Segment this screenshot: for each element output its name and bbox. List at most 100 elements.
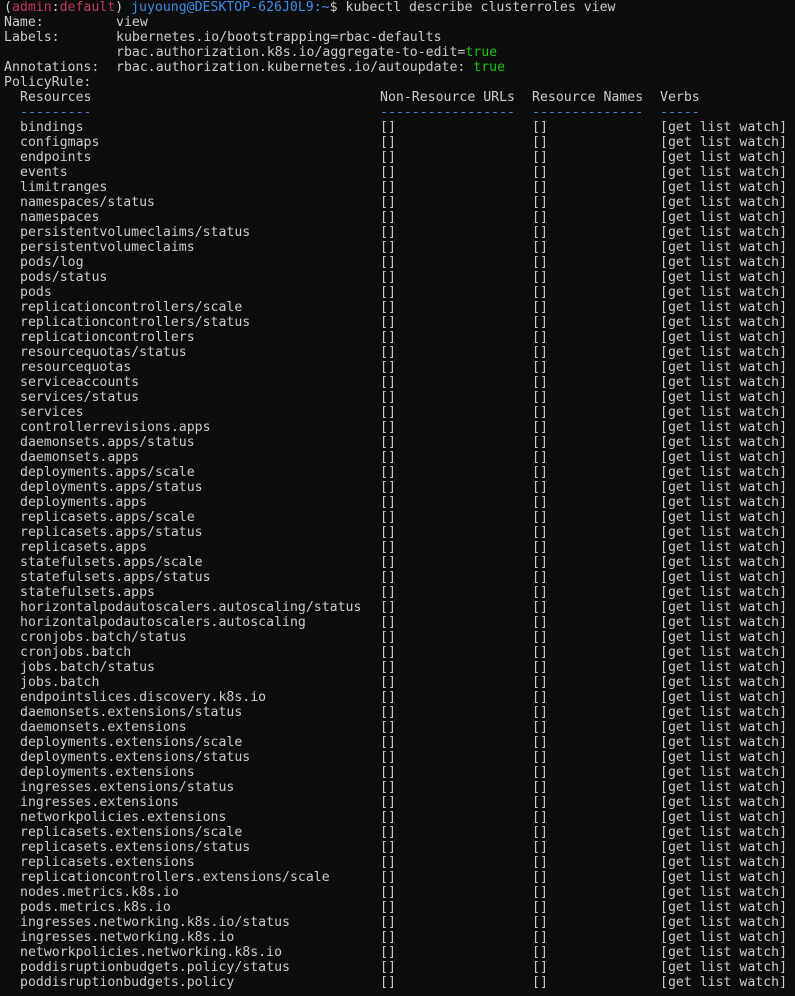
verbs-cell: [get list watch] <box>660 420 788 435</box>
prompt-line: (admin:default) juyoung@DESKTOP-626J0L9:… <box>4 0 795 15</box>
resource-names-cell: [] <box>532 390 548 405</box>
verbs-cell: [get list watch] <box>660 750 788 765</box>
non-resource-urls-cell: [] <box>380 450 396 465</box>
header-resources: Resources <box>20 90 92 105</box>
resource-cell: configmaps <box>20 135 100 150</box>
table-row: pods/log [] [] [get list watch] <box>4 255 795 270</box>
resource-names-cell: [] <box>532 540 548 555</box>
non-resource-urls-cell: [] <box>380 375 396 390</box>
resource-names-cell: [] <box>532 825 548 840</box>
resource-names-cell: [] <box>532 570 548 585</box>
resource-cell: horizontalpodautoscalers.autoscaling <box>20 615 306 630</box>
policyrule-key: PolicyRule: <box>4 75 92 90</box>
resource-names-cell: [] <box>532 960 548 975</box>
verbs-cell: [get list watch] <box>660 450 788 465</box>
resource-cell: bindings <box>20 120 84 135</box>
table-row: replicasets.extensions [] [] [get list watc… <box>4 855 795 870</box>
resource-names-cell: [] <box>532 870 548 885</box>
resource-cell: replicasets.extensions <box>20 855 195 870</box>
non-resource-urls-cell: [] <box>380 660 396 675</box>
table-row: statefulsets.apps/scale [] [] [get list wat… <box>4 555 795 570</box>
resource-cell: replicationcontrollers/status <box>20 315 251 330</box>
ctx-colon: : <box>51 0 60 15</box>
resource-cell: endpointslices.discovery.k8s.io <box>20 690 267 705</box>
non-resource-urls-cell: [] <box>380 705 396 720</box>
annotation-autoupdate: rbac.authorization.kubernetes.io/autoupd… <box>116 60 505 75</box>
non-resource-urls-cell: [] <box>380 645 396 660</box>
non-resource-urls-cell: [] <box>380 840 396 855</box>
resource-names-cell: [] <box>532 405 548 420</box>
resource-names-cell: [] <box>532 780 548 795</box>
verbs-cell: [get list watch] <box>660 690 788 705</box>
resource-cell: services <box>20 405 84 420</box>
resource-names-cell: [] <box>532 225 548 240</box>
resource-names-cell: [] <box>532 510 548 525</box>
resource-names-cell: [] <box>532 765 548 780</box>
table-row: daemonsets.extensions/status [] [] [get lis… <box>4 705 795 720</box>
table-row: ingresses.extensions [] [] [get list watch] <box>4 795 795 810</box>
verbs-cell: [get list watch] <box>660 330 788 345</box>
verbs-cell: [get list watch] <box>660 210 788 225</box>
header-non-resource-urls: Non-Resource URLs <box>380 90 515 105</box>
ctx-close-paren: ) <box>115 0 124 15</box>
resource-names-cell: [] <box>532 375 548 390</box>
table-row: deployments.extensions/scale [] [] [get lis… <box>4 735 795 750</box>
separator-resource-names: -------------- <box>532 105 644 120</box>
resource-names-cell: [] <box>532 255 548 270</box>
verbs-cell: [get list watch] <box>660 285 788 300</box>
resource-names-cell: [] <box>532 330 548 345</box>
non-resource-urls-cell: [] <box>380 300 396 315</box>
table-row: deployments.apps/status [] [] [get list wat… <box>4 480 795 495</box>
verbs-cell: [get list watch] <box>660 390 788 405</box>
ctx-open-paren: ( <box>4 0 12 15</box>
resource-cell: cronjobs.batch/status <box>20 630 187 645</box>
non-resource-urls-cell: [] <box>380 420 396 435</box>
resource-cell: pods/log <box>20 255 84 270</box>
labels-line-2: rbac.authorization.k8s.io/aggregate-to-e… <box>4 45 795 60</box>
resource-names-cell: [] <box>532 315 548 330</box>
annotations-line: Annotations: rbac.authorization.kubernete… <box>4 60 795 75</box>
table-header: Resources Non-Resource URLs Resource Nam… <box>4 90 795 105</box>
non-resource-urls-cell: [] <box>380 675 396 690</box>
resource-names-cell: [] <box>532 150 548 165</box>
non-resource-urls-cell: [] <box>380 390 396 405</box>
non-resource-urls-cell: [] <box>380 255 396 270</box>
table-row: endpointslices.discovery.k8s.io [] [] [get … <box>4 690 795 705</box>
non-resource-urls-cell: [] <box>380 465 396 480</box>
non-resource-urls-cell: [] <box>380 435 396 450</box>
table-row: nodes.metrics.k8s.io [] [] [get list watch] <box>4 885 795 900</box>
resource-cell: pods/status <box>20 270 108 285</box>
table-row: namespaces/status [] [] [get list watch] <box>4 195 795 210</box>
resource-names-cell: [] <box>532 195 548 210</box>
verbs-cell: [get list watch] <box>660 120 788 135</box>
resource-names-cell: [] <box>532 585 548 600</box>
resource-cell: persistentvolumeclaims/status <box>20 225 251 240</box>
table-row: bindings [] [] [get list watch] <box>4 120 795 135</box>
resource-cell: daemonsets.apps/status <box>20 435 195 450</box>
verbs-cell: [get list watch] <box>660 870 788 885</box>
table-row: ingresses.extensions/status [] [] [get list… <box>4 780 795 795</box>
table-row: configmaps [] [] [get list watch] <box>4 135 795 150</box>
resource-cell: ingresses.extensions/status <box>20 780 235 795</box>
resource-cell: networkpolicies.extensions <box>20 810 227 825</box>
table-row: serviceaccounts [] [] [get list watch] <box>4 375 795 390</box>
table-row: deployments.apps/scale [] [] [get list watc… <box>4 465 795 480</box>
resource-cell: replicasets.apps/status <box>20 525 203 540</box>
resource-cell: endpoints <box>20 150 92 165</box>
resource-cell: services/status <box>20 390 140 405</box>
verbs-cell: [get list watch] <box>660 465 788 480</box>
resource-names-cell: [] <box>532 345 548 360</box>
resource-names-cell: [] <box>532 180 548 195</box>
resource-cell: replicationcontrollers/scale <box>20 300 243 315</box>
non-resource-urls-cell: [] <box>380 165 396 180</box>
verbs-cell: [get list watch] <box>660 525 788 540</box>
resource-names-cell: [] <box>532 675 548 690</box>
terminal-window[interactable]: (admin:default) juyoung@DESKTOP-626J0L9:… <box>0 0 795 996</box>
resource-names-cell: [] <box>532 810 548 825</box>
command-text[interactable]: kubectl describe clusterroles view <box>346 0 616 15</box>
table-row: replicasets.apps/status [] [] [get list wat… <box>4 525 795 540</box>
label-bootstrapping: kubernetes.io/bootstrapping=rbac-default… <box>116 30 442 45</box>
non-resource-urls-cell: [] <box>380 345 396 360</box>
resource-cell: networkpolicies.networking.k8s.io <box>20 945 283 960</box>
resource-cell: nodes.metrics.k8s.io <box>20 885 179 900</box>
